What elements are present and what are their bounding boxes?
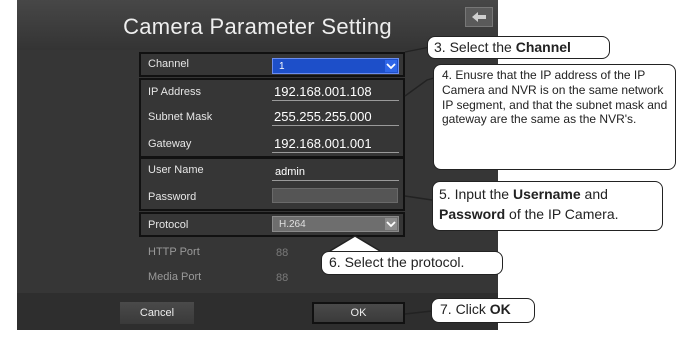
callout-protocol: 6. Select the protocol.: [321, 251, 503, 275]
callout-username-password: 5. Input the Username and Password of th…: [432, 181, 663, 231]
callout-5-bold2: Password: [439, 206, 506, 222]
callout-ip-segment: 4. Enusre that the IP address of the IP …: [433, 64, 676, 170]
callout-3-text: 3. Select the: [434, 39, 516, 55]
callout-click-ok: 7. Click OK: [431, 298, 535, 323]
callout-5-pre: 5. Input the: [439, 186, 513, 202]
callout-3-bold: Channel: [515, 39, 571, 55]
callout-5-post: of the IP Camera.: [505, 206, 619, 222]
callout-6-text: 6. Select the protocol.: [329, 254, 465, 270]
callout-7-bold: OK: [489, 301, 511, 317]
callout-7-text: 7. Click: [440, 301, 490, 317]
callout-5-bold1: Username: [512, 186, 581, 202]
callout-5-mid: and: [580, 186, 608, 202]
callout-4-text: 4. Enusre that the IP address of the IP …: [442, 68, 668, 127]
callout-select-channel: 3. Select the Channel: [427, 36, 610, 59]
